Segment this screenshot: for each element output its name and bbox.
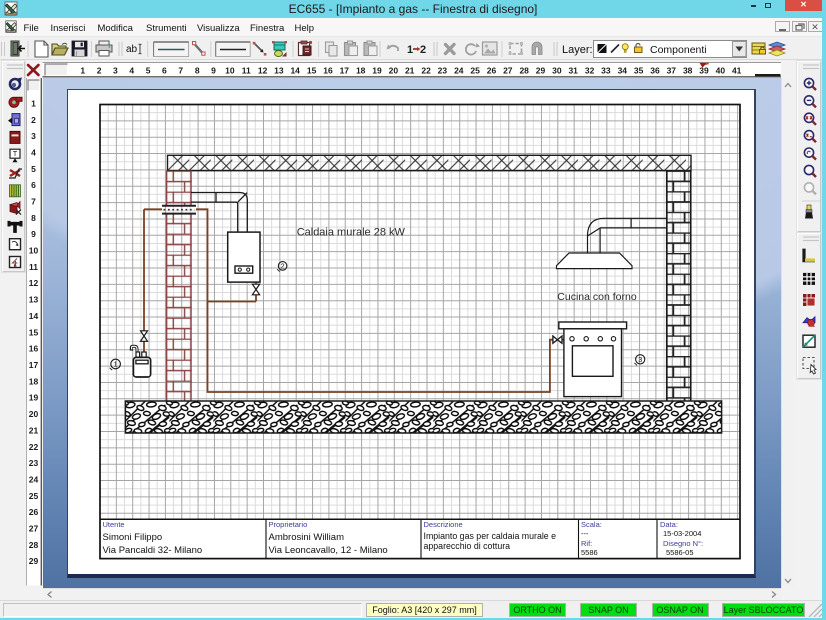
svg-text:26: 26 (29, 507, 39, 517)
svg-text:10: 10 (29, 246, 39, 256)
svg-text:37: 37 (667, 66, 677, 76)
svg-text:5: 5 (146, 66, 151, 76)
svg-text:Caldaia murale 28 kW: Caldaia murale 28 kW (297, 226, 406, 238)
svg-text:2: 2 (97, 66, 102, 76)
svg-text:7: 7 (31, 197, 36, 207)
svg-text:26: 26 (487, 66, 497, 76)
svg-text:2: 2 (31, 115, 36, 125)
svg-text:34: 34 (618, 66, 628, 76)
svg-text:28: 28 (29, 540, 39, 550)
svg-text:14: 14 (290, 66, 300, 76)
svg-text:10: 10 (225, 66, 235, 76)
svg-text:28: 28 (519, 66, 529, 76)
svg-text:Scala:: Scala: (581, 520, 602, 529)
svg-text:9: 9 (211, 66, 216, 76)
svg-text:21: 21 (405, 66, 415, 76)
svg-text:12: 12 (258, 66, 268, 76)
svg-text:33: 33 (601, 66, 611, 76)
svg-text:Ambrosini William: Ambrosini William (269, 532, 345, 543)
svg-text:15-03-2004: 15-03-2004 (663, 529, 701, 538)
svg-text:4: 4 (129, 66, 134, 76)
svg-text:11: 11 (242, 66, 251, 76)
svg-text:11: 11 (29, 262, 38, 272)
svg-text:apparecchio di cottura: apparecchio di cottura (424, 541, 511, 551)
svg-text:23: 23 (438, 66, 448, 76)
svg-text:18: 18 (356, 66, 366, 76)
svg-text:22: 22 (421, 66, 431, 76)
svg-text:20: 20 (29, 409, 39, 419)
svg-text:Rif:: Rif: (581, 539, 592, 548)
svg-text:16: 16 (29, 344, 39, 354)
svg-text:32: 32 (585, 66, 595, 76)
svg-text:6: 6 (31, 180, 36, 190)
svg-text:1: 1 (114, 360, 118, 369)
svg-text:5: 5 (31, 164, 36, 174)
svg-text:9: 9 (31, 229, 36, 239)
svg-text:3: 3 (638, 355, 642, 364)
svg-text:36: 36 (650, 66, 660, 76)
svg-text:Via Leoncavallo, 12 - Milano: Via Leoncavallo, 12 - Milano (269, 545, 388, 556)
svg-text:Disegno N°:: Disegno N°: (663, 539, 703, 548)
svg-text:31: 31 (568, 66, 578, 76)
svg-text:21: 21 (29, 425, 39, 435)
svg-text:20: 20 (389, 66, 399, 76)
svg-text:15: 15 (307, 66, 317, 76)
svg-text:17: 17 (340, 66, 350, 76)
svg-text:1: 1 (80, 66, 85, 76)
svg-text:14: 14 (29, 311, 39, 321)
svg-text:27: 27 (503, 66, 513, 76)
svg-text:5586: 5586 (581, 548, 598, 557)
svg-text:19: 19 (372, 66, 382, 76)
svg-text:24: 24 (454, 66, 464, 76)
svg-text:35: 35 (634, 66, 644, 76)
svg-text:8: 8 (195, 66, 200, 76)
svg-text:25: 25 (29, 491, 39, 501)
svg-text:25: 25 (470, 66, 480, 76)
svg-text:38: 38 (683, 66, 693, 76)
svg-text:6: 6 (162, 66, 167, 76)
svg-text:39: 39 (699, 66, 709, 76)
svg-text:41: 41 (732, 66, 742, 76)
svg-text:Via Pancaldi 32- Milano: Via Pancaldi 32- Milano (103, 545, 203, 556)
svg-text:22: 22 (29, 442, 39, 452)
svg-text:4: 4 (31, 148, 36, 158)
svg-text:Proprietario: Proprietario (269, 520, 308, 529)
svg-text:13: 13 (274, 66, 284, 76)
svg-text:Cucina con forno: Cucina con forno (557, 291, 637, 303)
svg-text:29: 29 (29, 556, 39, 566)
svg-text:2: 2 (281, 262, 285, 271)
svg-text:30: 30 (552, 66, 562, 76)
svg-text:17: 17 (29, 360, 39, 370)
svg-text:5586-05: 5586-05 (666, 548, 694, 557)
svg-text:12: 12 (29, 278, 39, 288)
svg-text:40: 40 (716, 66, 726, 76)
svg-text:---: --- (581, 529, 589, 538)
svg-text:3: 3 (31, 131, 36, 141)
svg-text:Descrizione: Descrizione (424, 520, 463, 529)
svg-text:29: 29 (536, 66, 546, 76)
svg-text:1: 1 (31, 98, 36, 108)
svg-text:8: 8 (31, 213, 36, 223)
svg-text:Utente: Utente (103, 520, 125, 529)
svg-text:19: 19 (29, 393, 39, 403)
svg-text:13: 13 (29, 295, 39, 305)
svg-text:3: 3 (113, 66, 118, 76)
svg-text:Simoni Filippo: Simoni Filippo (103, 532, 163, 543)
svg-text:24: 24 (29, 475, 39, 485)
svg-text:27: 27 (29, 524, 39, 534)
svg-text:7: 7 (178, 66, 183, 76)
svg-text:18: 18 (29, 376, 39, 386)
svg-text:Data:: Data: (660, 520, 678, 529)
svg-text:23: 23 (29, 458, 39, 468)
svg-text:Impianto gas per caldaia mural: Impianto gas per caldaia murale e (424, 531, 557, 541)
svg-text:16: 16 (323, 66, 333, 76)
svg-text:15: 15 (29, 327, 39, 337)
